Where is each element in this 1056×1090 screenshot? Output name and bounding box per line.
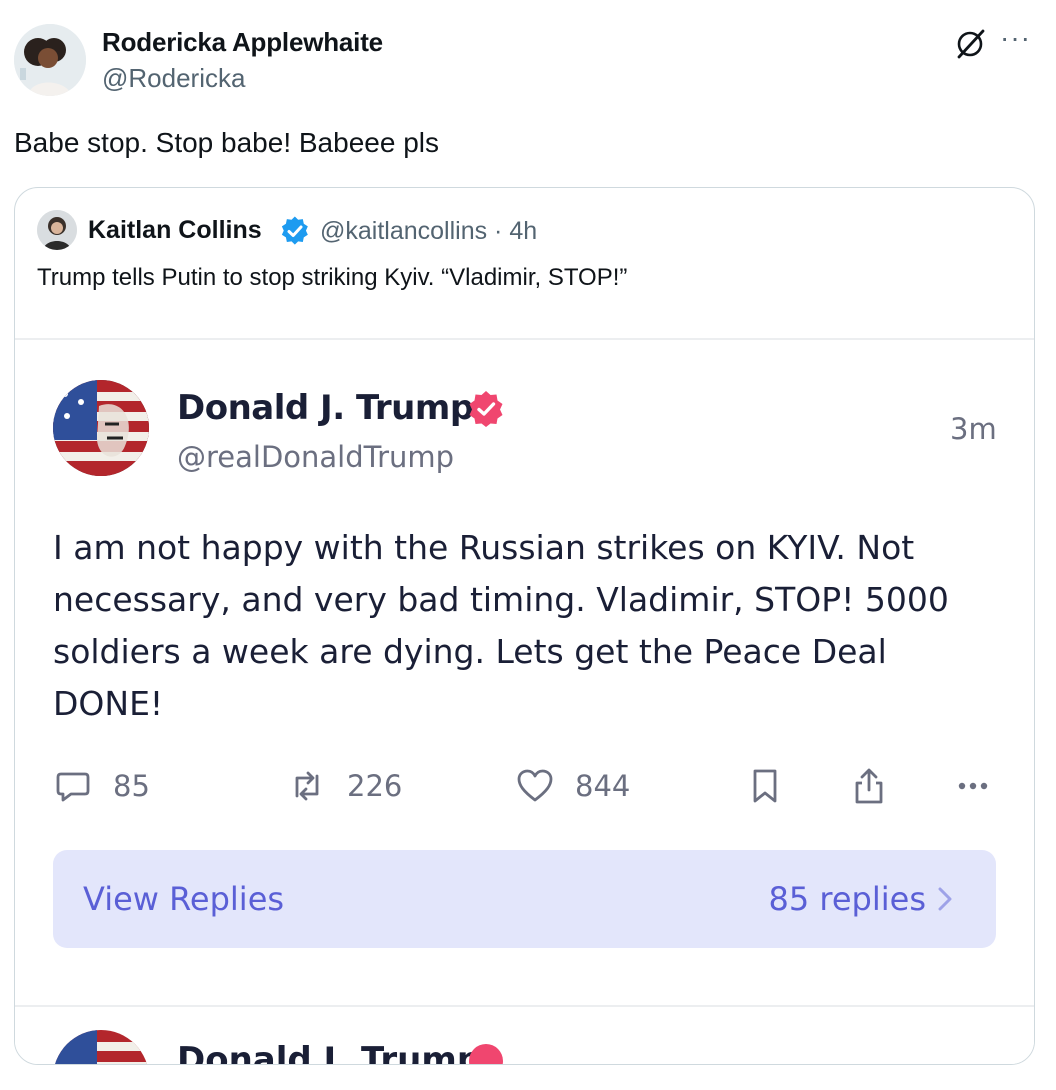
embedded-post-screenshot[interactable]: Donald J. Trump @realDonaldTrump 3m I am… (15, 338, 1034, 1065)
author-avatar[interactable] (14, 24, 86, 96)
truth-verified-badge-icon (469, 391, 503, 427)
repost-icon (295, 771, 319, 801)
repost-action: 226 (287, 766, 402, 806)
bookmark-action (745, 766, 785, 806)
quoted-author-avatar[interactable] (37, 210, 77, 250)
verified-badge-icon (281, 216, 308, 245)
quoted-tweet-text: Trump tells Putin to stop striking Kyiv.… (37, 264, 628, 291)
comment-icon (56, 772, 90, 802)
bookmark-icon (753, 769, 777, 803)
author-name[interactable]: Rodericka Applewhaite (102, 27, 383, 58)
more-horizontal-icon (958, 782, 988, 790)
repost-count: 226 (347, 769, 403, 803)
more-action (953, 766, 993, 806)
like-count: 844 (575, 769, 631, 803)
truth-verified-badge-icon (469, 1044, 503, 1064)
like-action: 844 (515, 766, 630, 806)
replies-count-label: 85 replies (768, 880, 926, 918)
share-action (849, 766, 889, 806)
embedded-post-time: 3m (950, 412, 997, 446)
reply-action: 85 (53, 766, 150, 806)
view-replies-label: View Replies (83, 880, 285, 918)
embedded-post-body: I am not happy with the Russian strikes … (53, 528, 949, 723)
divider (15, 1005, 1034, 1007)
embedded-author-name: Donald J. Trump (177, 388, 474, 428)
grok-icon[interactable] (952, 26, 988, 62)
share-icon (855, 768, 883, 804)
next-post-avatar (53, 1030, 149, 1064)
tweet-text: Babe stop. Stop babe! Babeee pls (14, 127, 439, 158)
quoted-author-name[interactable]: Kaitlan Collins (88, 216, 262, 245)
more-horizontal-icon[interactable]: ··· (1000, 22, 1031, 54)
next-post-author: Donald J. Trump (177, 1040, 482, 1065)
chevron-right-icon (938, 887, 952, 911)
author-handle[interactable]: @Rodericka (102, 63, 245, 94)
heart-icon (517, 769, 553, 802)
embedded-author-avatar (53, 380, 149, 476)
quoted-tweet-card[interactable]: Kaitlan Collins @kaitlancollins · 4h Tru… (14, 187, 1035, 1065)
view-replies-bar: View Replies 85 replies (53, 850, 996, 948)
quoted-author-handle-time[interactable]: @kaitlancollins · 4h (320, 217, 537, 246)
reply-count: 85 (113, 769, 150, 803)
embedded-author-handle: @realDonaldTrump (177, 440, 455, 474)
